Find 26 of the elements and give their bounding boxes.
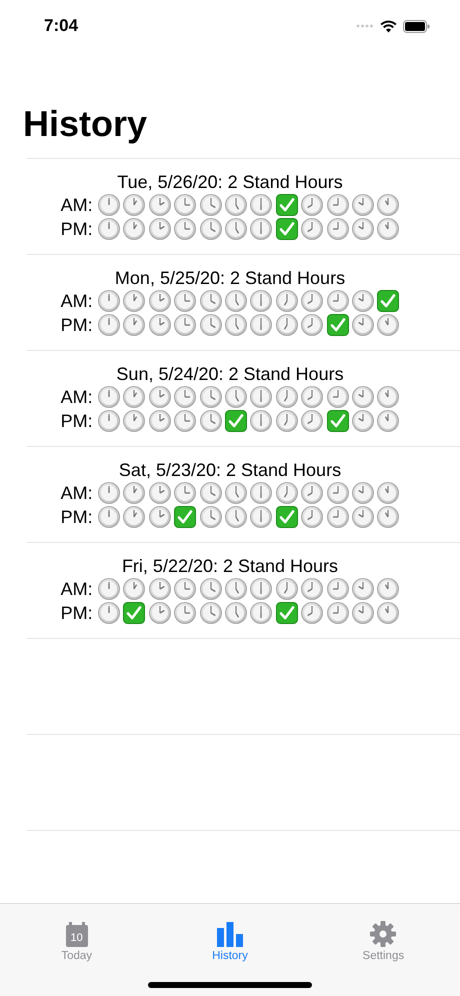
period-label: PM: (60, 410, 93, 432)
period-label: AM: (60, 290, 93, 312)
period-label: AM: (60, 386, 93, 408)
day-heading: Fri, 5/22/20: 2 Stand Hours (122, 555, 338, 577)
tab-item[interactable]: History (174, 910, 285, 962)
tab-item[interactable]: Settings (328, 910, 438, 962)
period-label: PM: (60, 314, 93, 336)
period-label: AM: (60, 194, 93, 216)
day-heading: Sun, 5/24/20: 2 Stand Hours (116, 363, 344, 385)
settings-icon (370, 921, 396, 947)
bar-chart-icon (216, 922, 243, 947)
calendar-icon: 10 (66, 925, 88, 947)
status-time: 7:04 (44, 16, 78, 36)
period-label: PM: (60, 218, 93, 240)
tab-item[interactable]: 10 Today (22, 910, 132, 962)
period-label: PM: (60, 602, 93, 624)
period-label: PM: (60, 506, 93, 528)
period-label: AM: (60, 482, 93, 504)
battery-icon (403, 20, 430, 32)
day-heading: Tue, 5/26/20: 2 Stand Hours (117, 171, 343, 193)
signal-icon (356, 24, 374, 28)
page-title: History (23, 102, 148, 146)
period-label: AM: (60, 578, 93, 600)
wifi-icon (380, 20, 397, 32)
day-heading: Mon, 5/25/20: 2 Stand Hours (114, 267, 346, 289)
day-heading: Sat, 5/23/20: 2 Stand Hours (118, 459, 342, 481)
